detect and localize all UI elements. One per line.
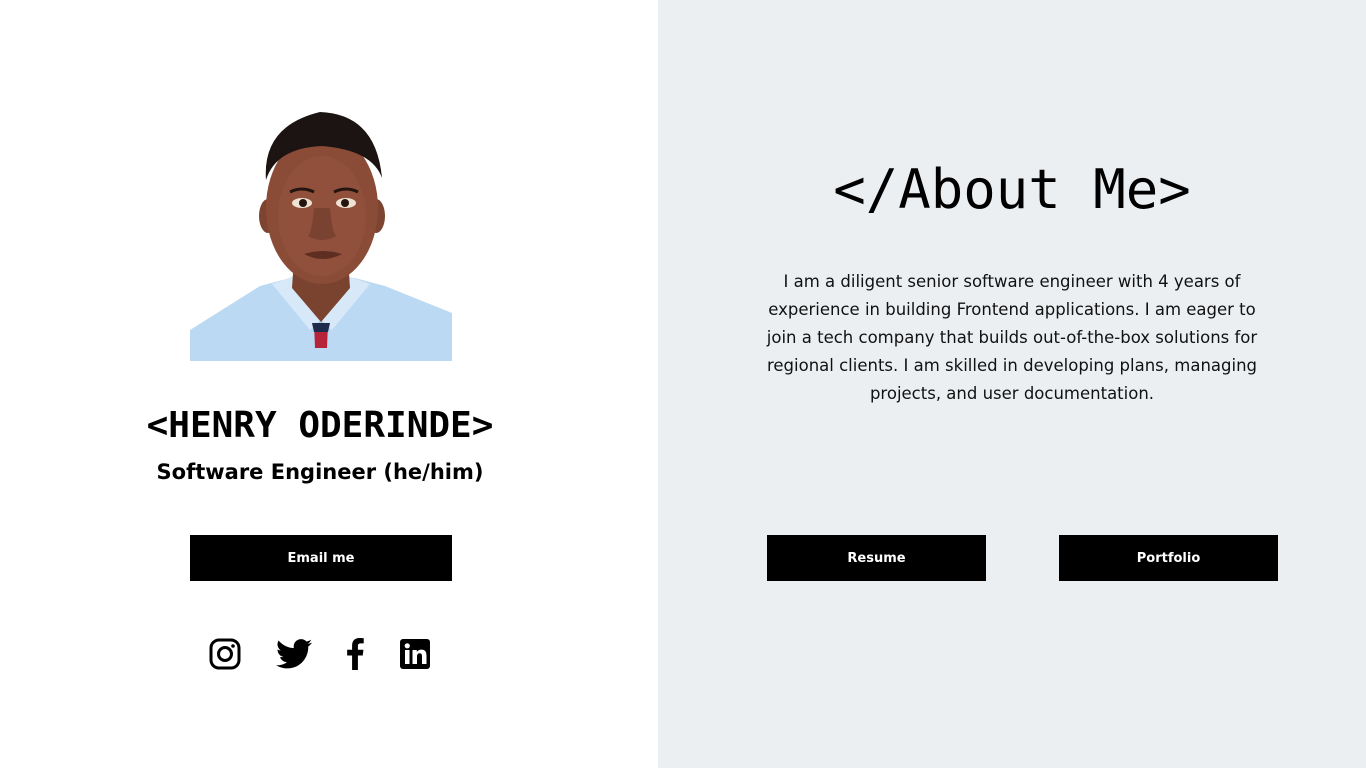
about-description: I am a diligent senior software engineer… [766, 272, 1258, 403]
profile-photo [190, 108, 452, 361]
about-panel: </About Me> I am a diligent senior softw… [658, 0, 1366, 768]
email-me-button[interactable]: Email me [190, 535, 452, 581]
profile-panel: <HENRY ODERINDE> Software Engineer (he/h… [0, 0, 658, 768]
instagram-icon[interactable] [207, 636, 243, 672]
page: <HENRY ODERINDE> Software Engineer (he/h… [0, 0, 1366, 768]
social-links [0, 636, 658, 676]
twitter-icon[interactable] [276, 636, 312, 672]
profile-role: Software Engineer (he/him) [156, 460, 484, 484]
resume-button[interactable]: Resume [767, 535, 986, 581]
profile-name: <HENRY ODERINDE> [146, 405, 494, 446]
portfolio-button[interactable]: Portfolio [1059, 535, 1278, 581]
linkedin-icon[interactable] [397, 636, 433, 672]
facebook-icon[interactable] [337, 636, 373, 672]
about-title: </About Me> [833, 158, 1191, 221]
